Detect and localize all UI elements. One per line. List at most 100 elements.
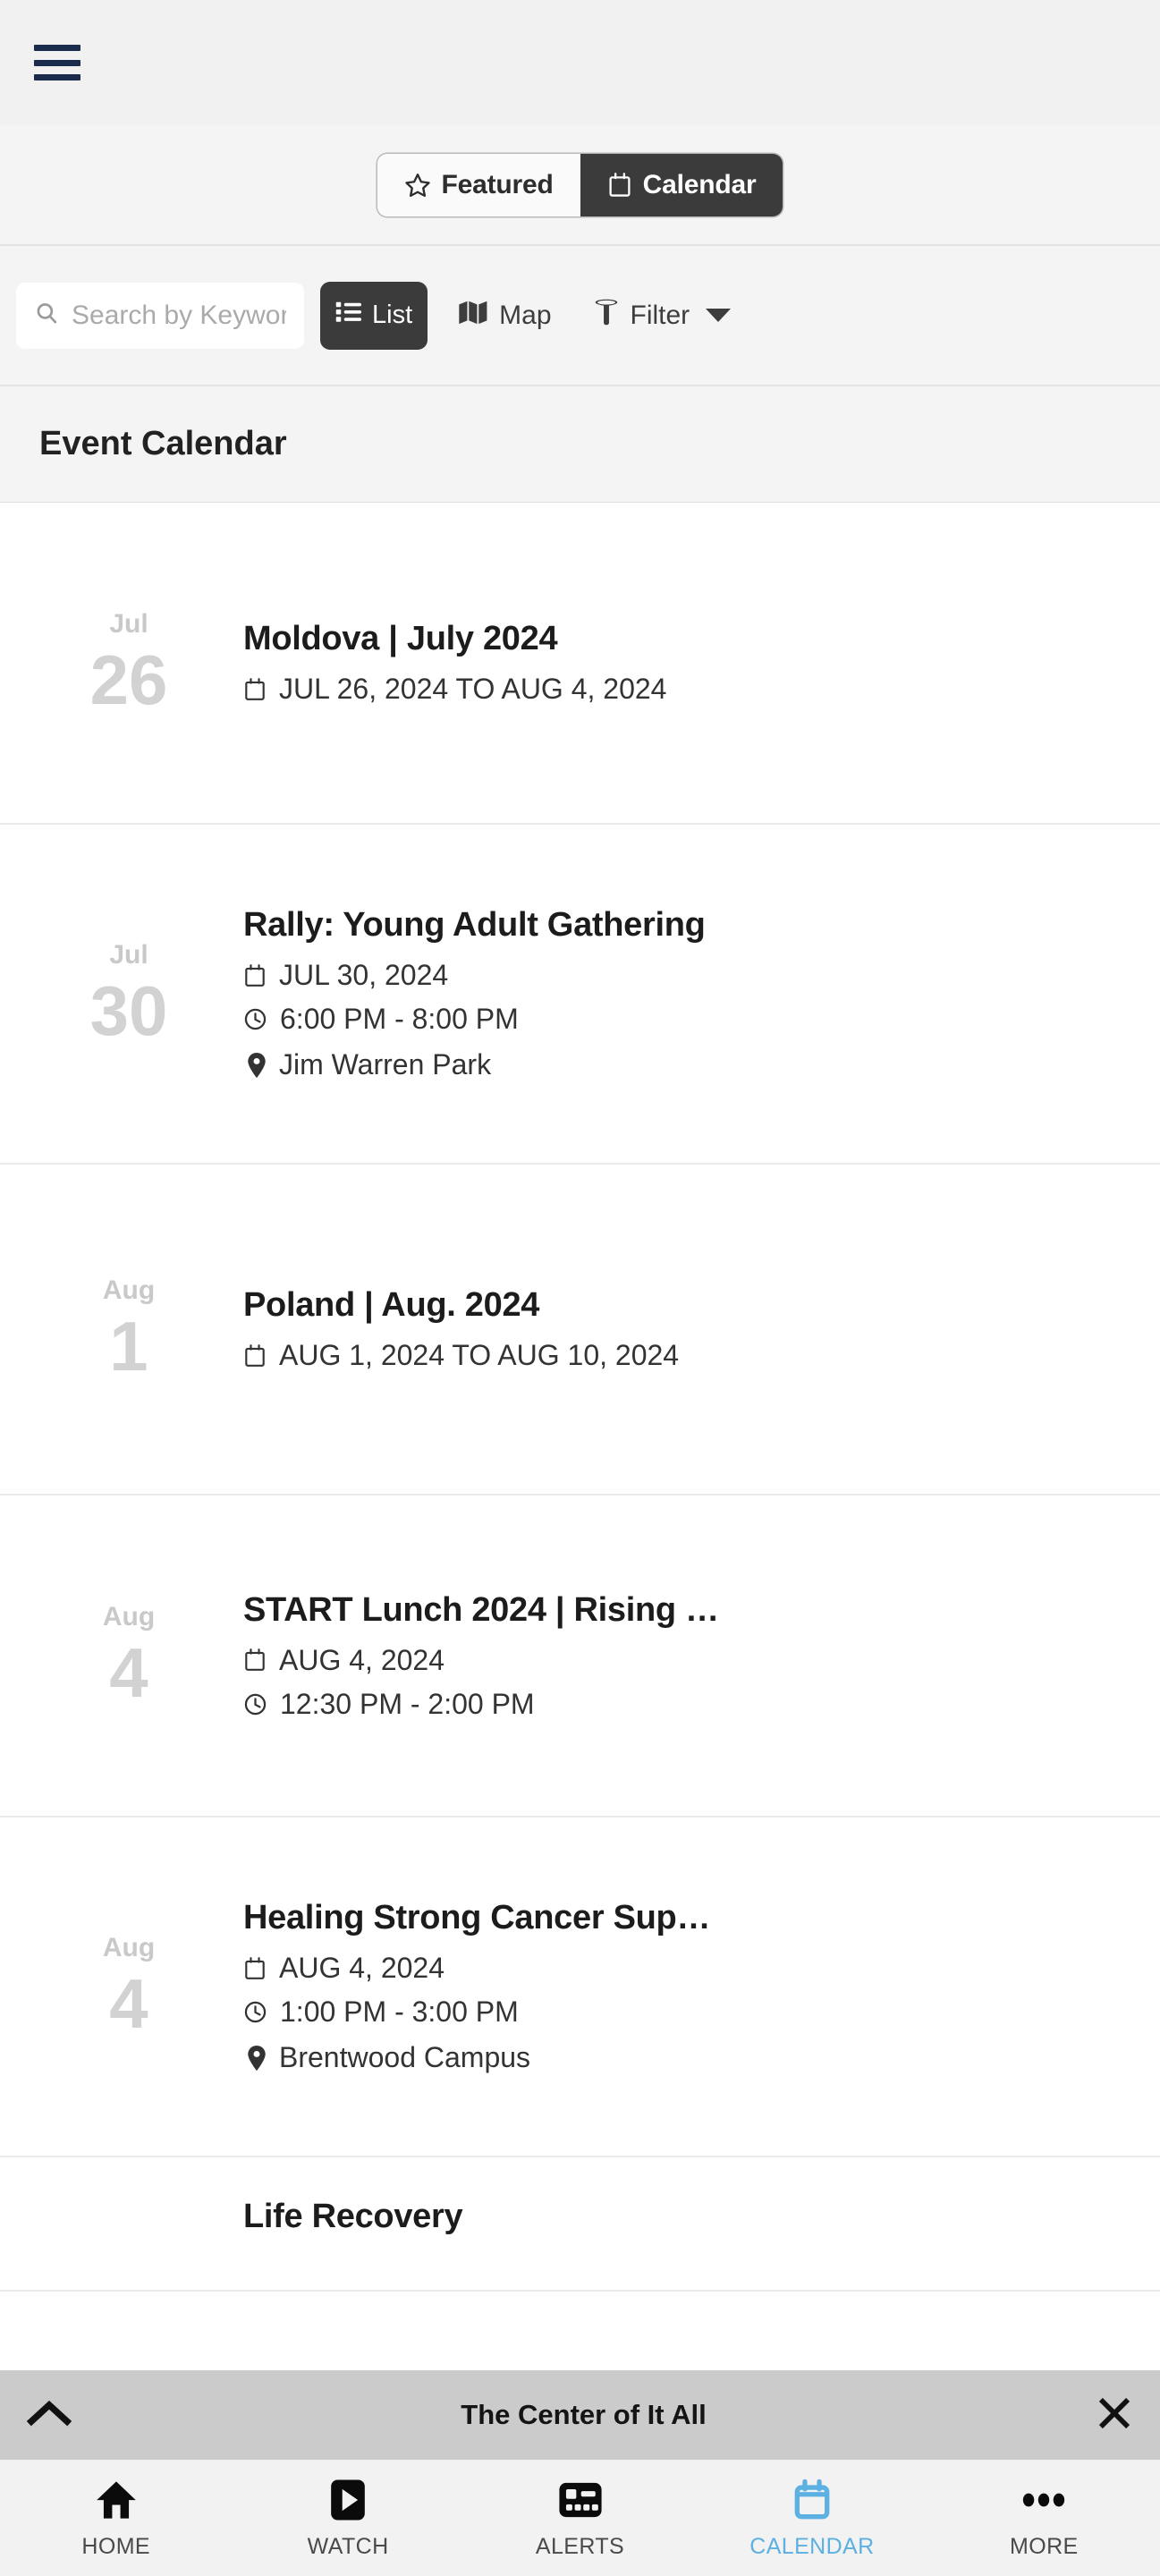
- tab-alerts[interactable]: ALERTS: [464, 2460, 696, 2576]
- location-pin-icon: [247, 1052, 267, 1079]
- event-month: Jul: [109, 609, 148, 639]
- event-date-badge: Aug 4: [14, 1602, 243, 1712]
- event-details: Healing Strong Cancer Sup… AUG 4, 2024 1…: [243, 1899, 1146, 2074]
- tab-featured[interactable]: Featured: [377, 153, 580, 216]
- event-day: 26: [89, 640, 168, 719]
- event-date-text: AUG 4, 2024: [279, 1952, 445, 1984]
- search-field-wrapper[interactable]: [16, 282, 304, 349]
- event-date-text: AUG 1, 2024 TO AUG 10, 2024: [279, 1339, 680, 1371]
- event-date-text: AUG 4, 2024: [279, 1643, 445, 1676]
- hamburger-line: [34, 59, 80, 66]
- event-date-badge: Jul 26: [14, 609, 243, 719]
- event-location-text: Jim Warren Park: [279, 1048, 492, 1080]
- event-title: Life Recovery: [243, 2197, 463, 2235]
- event-time-row: 6:00 PM - 8:00 PM: [243, 1003, 1146, 1036]
- clock-icon: [243, 1007, 267, 1031]
- map-icon: [458, 299, 488, 333]
- event-day: 30: [89, 971, 168, 1050]
- event-date-row: AUG 1, 2024 TO AUG 10, 2024: [243, 1339, 1146, 1372]
- page-title: Event Calendar: [0, 386, 1160, 503]
- tab-home[interactable]: HOME: [0, 2460, 232, 2576]
- event-list-item[interactable]: Aug 4 START Lunch 2024 | Rising … AUG 4,…: [0, 1496, 1160, 1818]
- event-date-row: JUL 30, 2024: [243, 959, 1146, 992]
- event-list-item[interactable]: Jul 30 Rally: Young Adult Gathering JUL …: [0, 825, 1160, 1165]
- calendar-icon: [243, 1956, 267, 1981]
- app-root: Featured Calendar Search by Keyword List…: [0, 0, 1160, 2576]
- tab-calendar-label: Calendar: [642, 169, 757, 199]
- event-list-item[interactable]: Aug 4 Healing Strong Cancer Sup… AUG 4, …: [0, 1818, 1160, 2157]
- chevron-down-icon: [706, 309, 732, 322]
- tab-more[interactable]: MORE: [928, 2460, 1160, 2576]
- hamburger-menu-icon[interactable]: [34, 45, 80, 80]
- view-list-button[interactable]: List: [320, 281, 428, 350]
- event-details: Moldova | July 2024 JUL 26, 2024 TO AUG …: [243, 620, 1146, 706]
- event-title: Rally: Young Adult Gathering: [243, 906, 706, 944]
- event-title: Healing Strong Cancer Sup…: [243, 1899, 711, 1936]
- chevron-up-icon[interactable]: [26, 2398, 72, 2433]
- event-month: Aug: [102, 1933, 156, 1962]
- filter-button[interactable]: Filter: [593, 298, 732, 334]
- event-time-text: 6:00 PM - 8:00 PM: [280, 1003, 519, 1035]
- hamburger-line: [34, 45, 80, 51]
- event-list-item[interactable]: Life Recovery: [0, 2157, 1160, 2292]
- top-app-bar: [0, 0, 1160, 125]
- tab-featured-label: Featured: [441, 169, 554, 199]
- event-date-badge: Aug 1: [14, 1277, 243, 1385]
- event-details: START Lunch 2024 | Rising … AUG 4, 2024: [243, 1591, 1146, 1721]
- event-details: Rally: Young Adult Gathering JUL 30, 202…: [243, 906, 1146, 1081]
- view-mode-toggle-bar: Featured Calendar: [0, 125, 1160, 246]
- event-list-item[interactable]: Jul 26 Moldova | July 2024 JUL 26, 2024 …: [0, 503, 1160, 825]
- event-month: Aug: [102, 1602, 156, 1631]
- tab-home-label: HOME: [81, 2533, 150, 2559]
- event-title: START Lunch 2024 | Rising …: [243, 1590, 719, 1629]
- calendar-icon: [607, 172, 632, 199]
- search-input[interactable]: [72, 300, 286, 331]
- event-date-badge: Jul 30: [14, 942, 243, 1046]
- search-icon: [34, 301, 59, 330]
- event-day: 1: [109, 1307, 148, 1385]
- star-icon: [404, 172, 431, 199]
- event-details: Life Recovery: [243, 2198, 1146, 2250]
- tab-calendar[interactable]: Calendar: [580, 153, 783, 216]
- event-month: Jul: [109, 940, 148, 970]
- home-icon: [96, 2477, 137, 2523]
- event-date-row: AUG 4, 2024: [243, 1644, 1146, 1677]
- tab-calendar[interactable]: CALENDAR: [696, 2460, 927, 2576]
- funnel-icon: [593, 298, 620, 334]
- event-date-badge: Aug 4: [14, 1933, 243, 2043]
- event-day: 4: [109, 1633, 148, 1712]
- calendar-icon: [243, 1648, 267, 1673]
- calendar-icon: [243, 963, 267, 988]
- ellipsis-icon: [1022, 2477, 1065, 2523]
- alerts-icon: [558, 2477, 603, 2523]
- event-location-row: Brentwood Campus: [243, 2041, 1146, 2074]
- bottom-tab-bar: HOME WATCH ALERTS CALENDAR MORE: [0, 2460, 1160, 2576]
- event-list: Jul 26 Moldova | July 2024 JUL 26, 2024 …: [0, 503, 1160, 2370]
- event-details: Poland | Aug. 2024 AUG 1, 2024 TO AUG 10…: [243, 1286, 1146, 1372]
- view-map-button[interactable]: Map: [458, 299, 552, 333]
- close-icon[interactable]: [1096, 2394, 1133, 2436]
- list-icon: [335, 300, 362, 332]
- event-date-text: JUL 26, 2024 TO AUG 4, 2024: [279, 673, 667, 705]
- event-time-row: 12:30 PM - 2:00 PM: [243, 1688, 1146, 1721]
- hamburger-line: [34, 74, 80, 80]
- event-title: Poland | Aug. 2024: [243, 1286, 540, 1324]
- event-date-row: JUL 26, 2024 TO AUG 4, 2024: [243, 673, 1146, 706]
- calendar-icon: [792, 2477, 832, 2523]
- event-date-row: AUG 4, 2024: [243, 1952, 1146, 1985]
- calendar-icon: [243, 677, 267, 702]
- tab-watch[interactable]: WATCH: [232, 2460, 463, 2576]
- event-time-text: 1:00 PM - 3:00 PM: [280, 1996, 519, 2028]
- view-list-label: List: [372, 301, 413, 329]
- event-list-item[interactable]: Aug 1 Poland | Aug. 2024 AUG 1, 2024 TO …: [0, 1165, 1160, 1496]
- event-time-row: 1:00 PM - 3:00 PM: [243, 1996, 1146, 2029]
- event-day: 4: [109, 1964, 148, 2043]
- tab-more-label: MORE: [1010, 2533, 1079, 2559]
- promo-banner-label: The Center of It All: [461, 2399, 707, 2430]
- calendar-icon: [243, 1343, 267, 1368]
- tab-watch-label: WATCH: [307, 2533, 389, 2559]
- promo-banner: The Center of It All: [0, 2370, 1160, 2460]
- clock-icon: [243, 1692, 267, 1716]
- filter-label: Filter: [630, 300, 690, 330]
- tab-alerts-label: ALERTS: [535, 2533, 625, 2559]
